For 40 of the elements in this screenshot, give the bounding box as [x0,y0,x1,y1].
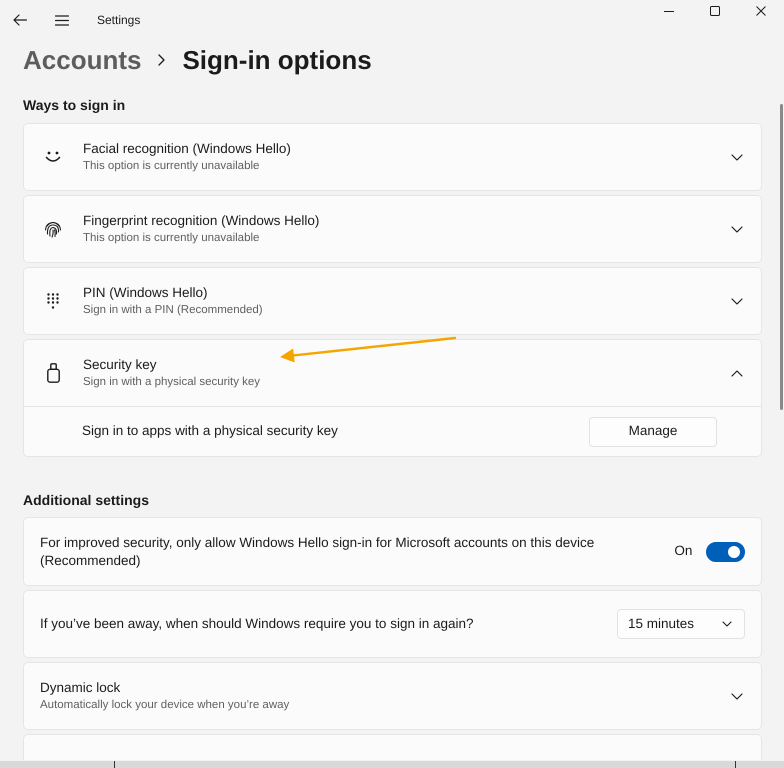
fingerprint-icon [44,220,62,238]
chevron-down-icon[interactable] [731,226,743,232]
page-title: Sign-in options [182,44,372,77]
toggle-state-label: On [674,542,692,560]
maximize-icon [710,6,720,16]
option-description: This option is currently unavailable [83,159,260,174]
chevron-down-icon[interactable] [731,298,743,304]
chevron-down-icon[interactable] [731,692,743,700]
option-title: Dynamic lock [40,679,122,697]
scrollbar-thumb[interactable] [780,104,783,410]
setting-description: For improved security, only allow Windows Hello sign-in for Microsoft accounts on this device (Recommended) [40,534,596,570]
close-icon [756,6,766,16]
chevron-down-icon [722,621,732,627]
toggle-switch[interactable] [706,542,745,562]
section-heading: Additional settings [23,491,150,510]
option-detail-text: Sign in to apps with a physical security key [82,422,338,440]
chevron-up-icon[interactable] [731,370,743,376]
option-title: PIN (Windows Hello) [83,284,209,302]
back-arrow-icon [13,14,27,26]
back-button[interactable] [12,12,28,28]
option-title: Facial recognition (Windows Hello) [83,140,292,158]
option-description: Automatically lock your device when you’re away [40,698,290,713]
manage-button[interactable]: Manage [589,416,717,446]
option-description: This option is currently unavailable [83,231,260,246]
chevron-down-icon[interactable] [731,154,743,160]
window-title: Settings [97,12,140,28]
setting-description: If you’ve been away, when should Windows require you to sign in again? [40,615,475,633]
usb-key-icon [46,363,60,383]
option-description: Sign in with a PIN (Recommended) [83,303,264,318]
keypad-dots-icon [47,293,59,309]
breadcrumb-link[interactable]: Accounts [23,43,142,77]
option-description: Sign in with a physical security key [83,375,262,390]
chevron-right-icon [158,54,166,66]
option-title: Security key [83,356,158,374]
timeout-dropdown[interactable]: 15 minutes [617,609,745,639]
option-title: Fingerprint recognition (Windows Hello) [83,212,320,230]
menu-icon [55,14,69,26]
minimize-icon [664,10,674,12]
section-heading: Ways to sign in [23,96,126,115]
smiley-face-icon [45,151,61,163]
